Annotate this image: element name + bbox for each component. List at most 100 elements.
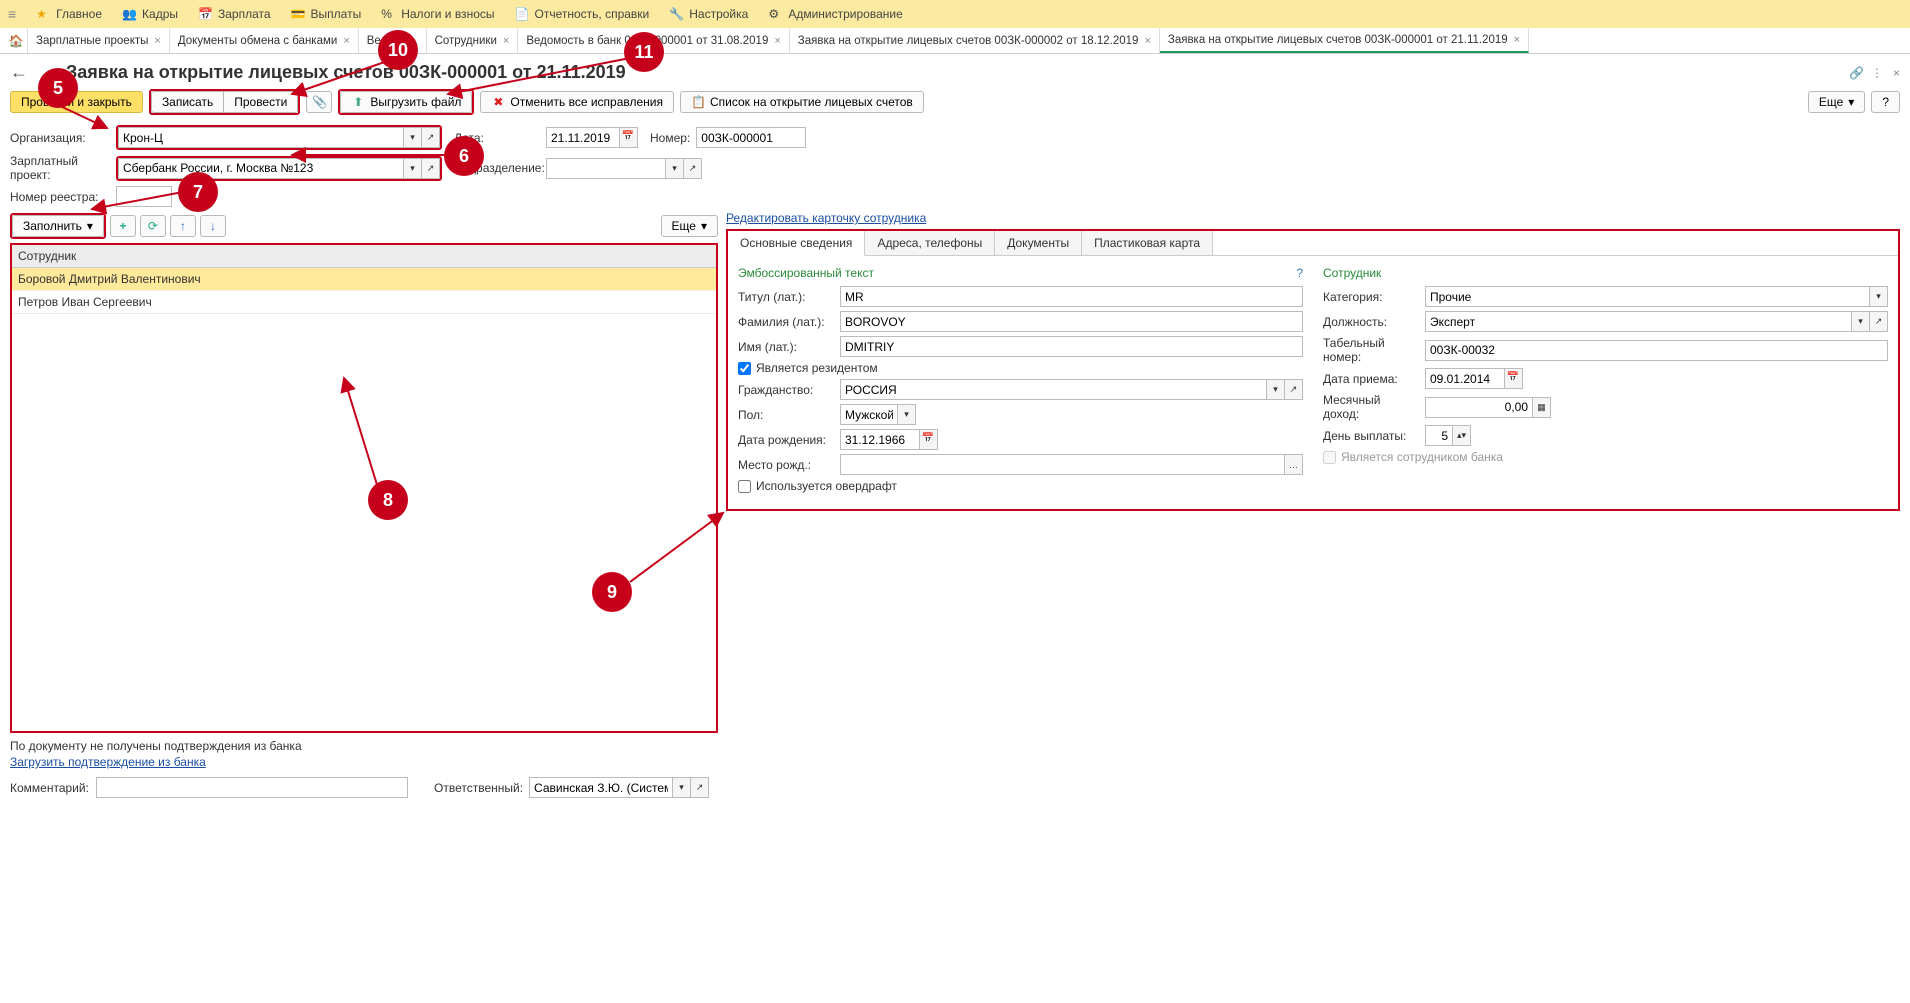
tab-card[interactable]: Пластиковая карта: [1082, 231, 1213, 255]
open-icon[interactable]: ↗: [691, 777, 709, 798]
dob-input[interactable]: [840, 429, 920, 450]
open-icon[interactable]: ↗: [1285, 379, 1303, 400]
tab-vedomo[interactable]: Ведомо...: [359, 28, 427, 53]
dropdown-icon[interactable]: ▾: [1852, 311, 1870, 332]
title-input[interactable]: [840, 286, 1303, 307]
tab-main-info[interactable]: Основные сведения: [728, 231, 865, 256]
category-input[interactable]: [1425, 286, 1870, 307]
tab-statement[interactable]: Ведомость в банк 00ЗК-000001 от 31.08.20…: [518, 28, 789, 53]
calendar-icon[interactable]: [920, 429, 938, 450]
dropdown-icon[interactable]: ▾: [673, 777, 691, 798]
dropdown-icon[interactable]: ▾: [404, 127, 422, 148]
menu-admin[interactable]: Администрирование: [768, 7, 902, 21]
surname-input[interactable]: [840, 311, 1303, 332]
load-confirmation-link[interactable]: Загрузить подтверждение из банка: [10, 755, 206, 769]
upload-file-button[interactable]: Выгрузить файл: [340, 91, 472, 113]
tab-bank-docs[interactable]: Документы обмена с банками×: [170, 28, 359, 53]
more-button[interactable]: Еще ▾: [1808, 91, 1865, 113]
tabno-input[interactable]: [1425, 340, 1888, 361]
reg-input[interactable]: [116, 186, 172, 207]
add-button[interactable]: [110, 215, 136, 237]
menu-salary[interactable]: Зарплата: [198, 7, 271, 21]
cancel-fixes-button[interactable]: Отменить все исправления: [480, 91, 674, 113]
dropdown-icon[interactable]: ▾: [1267, 379, 1285, 400]
link-icon[interactable]: [1849, 66, 1863, 80]
payday-input[interactable]: [1425, 425, 1453, 446]
open-icon[interactable]: ↗: [422, 127, 440, 148]
close-icon[interactable]: ×: [343, 35, 349, 47]
forward-button[interactable]: →: [38, 62, 56, 83]
grid-more-button[interactable]: Еще ▾: [661, 215, 718, 237]
hint-icon[interactable]: ?: [1296, 266, 1303, 280]
menu-taxes[interactable]: Налоги и взносы: [381, 7, 494, 21]
close-icon[interactable]: ×: [1144, 35, 1150, 47]
help-button[interactable]: ?: [1871, 91, 1900, 113]
div-input[interactable]: [546, 158, 666, 179]
refresh-button[interactable]: [140, 215, 166, 237]
back-button[interactable]: ←: [10, 62, 28, 83]
grid-column-header[interactable]: Сотрудник: [12, 245, 716, 268]
resp-input[interactable]: [529, 777, 673, 798]
menu-main[interactable]: Главное: [36, 7, 102, 21]
grid-row[interactable]: Петров Иван Сергеевич: [12, 291, 716, 314]
hamburger-icon[interactable]: ≡: [8, 6, 16, 22]
income-input[interactable]: [1425, 397, 1533, 418]
grid-row[interactable]: Боровой Дмитрий Валентинович: [12, 268, 716, 291]
menu-reports[interactable]: Отчетность, справки: [515, 7, 650, 21]
tab-employees[interactable]: Сотрудники×: [427, 28, 519, 53]
org-input[interactable]: [118, 127, 404, 148]
resident-checkbox[interactable]: [738, 362, 751, 375]
calendar-icon[interactable]: [1505, 368, 1523, 389]
more-icon[interactable]: [1871, 66, 1885, 80]
date-input[interactable]: [546, 127, 620, 148]
close-icon[interactable]: ×: [154, 35, 160, 47]
tab-documents[interactable]: Документы: [995, 231, 1082, 255]
home-tab[interactable]: [4, 28, 28, 53]
detail-col-left: Эмбоссированный текст? Титул (лат.): Фам…: [738, 264, 1303, 497]
hire-input[interactable]: [1425, 368, 1505, 389]
save-button[interactable]: Записать: [151, 91, 224, 113]
pob-input[interactable]: [840, 454, 1285, 475]
tab-addresses[interactable]: Адреса, телефоны: [865, 231, 995, 255]
menu-payments[interactable]: Выплаты: [291, 7, 362, 21]
open-icon[interactable]: ↗: [422, 158, 440, 179]
project-input[interactable]: [118, 158, 404, 179]
menu-staff[interactable]: Кадры: [122, 7, 178, 21]
position-input[interactable]: [1425, 311, 1852, 332]
close-panel-icon[interactable]: ×: [1893, 66, 1900, 80]
sex-input[interactable]: [840, 404, 898, 425]
tab-request2[interactable]: Заявка на открытие лицевых счетов 00ЗК-0…: [790, 28, 1160, 53]
open-icon[interactable]: ↗: [684, 158, 702, 179]
menu-settings[interactable]: Настройка: [669, 7, 748, 21]
tab-request1[interactable]: Заявка на открытие лицевых счетов 00ЗК-0…: [1160, 28, 1529, 53]
close-icon[interactable]: ×: [1514, 34, 1520, 46]
percent-icon: [381, 7, 395, 21]
spinner-icon[interactable]: ▴▾: [1453, 425, 1471, 446]
move-up-button[interactable]: [170, 215, 196, 237]
num-input[interactable]: [696, 127, 806, 148]
dropdown-icon[interactable]: ▾: [666, 158, 684, 179]
dropdown-icon[interactable]: ▾: [898, 404, 916, 425]
name-input[interactable]: [840, 336, 1303, 357]
attach-button[interactable]: [306, 91, 332, 113]
citiz-input[interactable]: [840, 379, 1267, 400]
close-icon[interactable]: ×: [774, 35, 780, 47]
dropdown-icon[interactable]: ▾: [404, 158, 422, 179]
post-close-button[interactable]: Провести и закрыть: [10, 91, 143, 113]
calendar-icon[interactable]: [620, 127, 638, 148]
open-icon[interactable]: ↗: [1870, 311, 1888, 332]
list-icon: [691, 95, 705, 109]
dropdown-icon[interactable]: ▾: [1870, 286, 1888, 307]
accounts-list-button[interactable]: Список на открытие лицевых счетов: [680, 91, 924, 113]
post-button[interactable]: Провести: [224, 91, 298, 113]
comment-input[interactable]: [96, 777, 408, 798]
fill-button[interactable]: Заполнить ▾: [12, 215, 104, 237]
move-down-button[interactable]: [200, 215, 226, 237]
calculator-icon[interactable]: ▦: [1533, 397, 1551, 418]
edit-employee-link[interactable]: Редактировать карточку сотрудника: [726, 211, 926, 225]
ellipsis-icon[interactable]: …: [1285, 454, 1303, 475]
tab-projects[interactable]: Зарплатные проекты×: [28, 28, 170, 53]
btn-label: Список на открытие лицевых счетов: [710, 95, 913, 109]
close-icon[interactable]: ×: [503, 35, 509, 47]
overdraft-checkbox[interactable]: [738, 480, 751, 493]
